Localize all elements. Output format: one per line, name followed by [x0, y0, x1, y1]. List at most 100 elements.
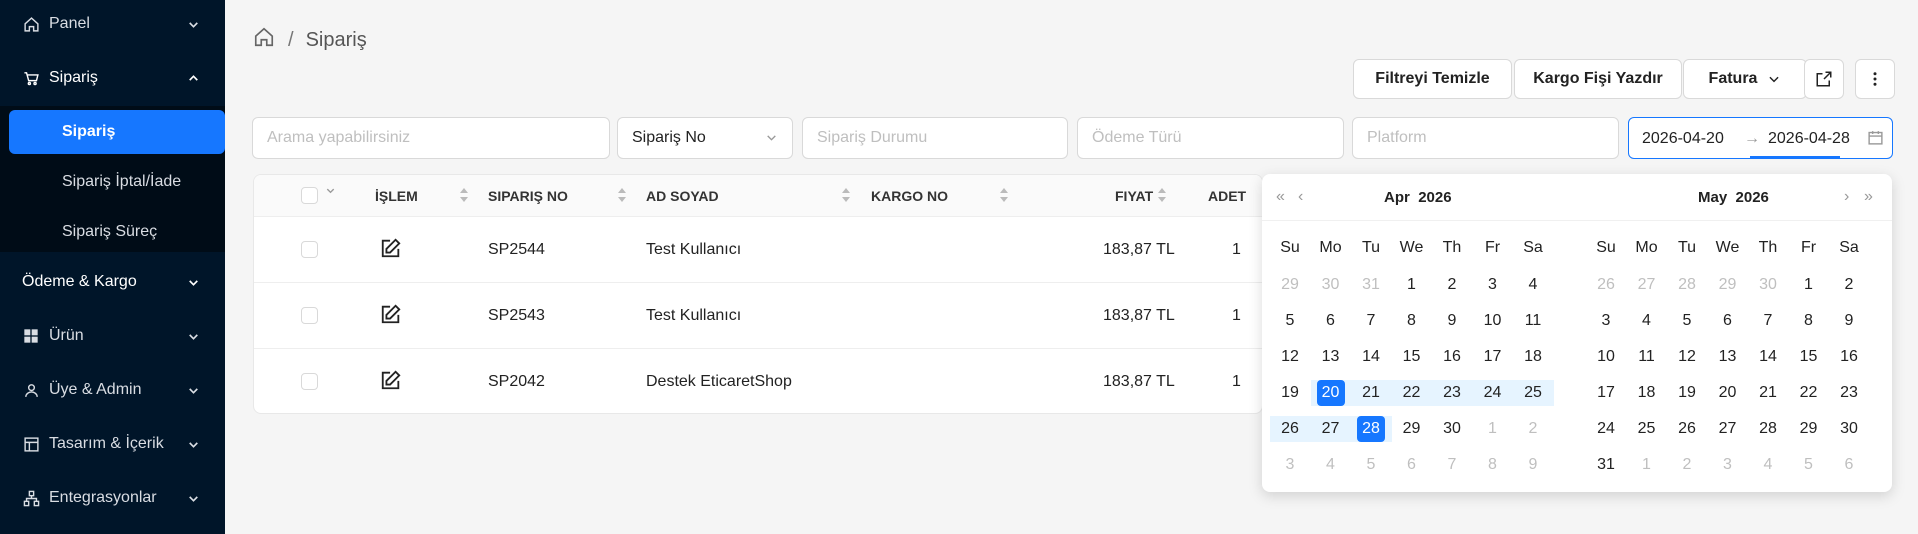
sidebar-item-uye-admin[interactable]: Üye & Admin [0, 368, 225, 412]
calendar-day[interactable]: 4 [1627, 303, 1667, 339]
calendar-day[interactable]: 1 [1627, 447, 1667, 483]
calendar-day[interactable]: 16 [1829, 339, 1869, 375]
calendar-day[interactable]: 10 [1586, 339, 1626, 375]
calendar-day[interactable]: 1 [1473, 411, 1513, 447]
sort-icon[interactable] [999, 186, 1009, 204]
calendar-day[interactable]: 26 [1586, 267, 1626, 303]
row-checkbox[interactable] [301, 241, 318, 258]
calendar-day[interactable]: 4 [1748, 447, 1788, 483]
calendar-day[interactable]: 26 [1270, 411, 1310, 447]
date-to-input[interactable]: 2026-04-28 [1768, 130, 1850, 148]
calendar-day[interactable]: 19 [1270, 375, 1310, 411]
calendar-day[interactable]: 3 [1473, 267, 1513, 303]
calendar-day[interactable]: 2 [1829, 267, 1869, 303]
calendar-day[interactable]: 10 [1473, 303, 1513, 339]
calendar-day[interactable]: 22 [1392, 375, 1432, 411]
next-month-icon[interactable]: › [1844, 188, 1849, 206]
sort-icon[interactable] [1157, 186, 1167, 204]
right-year[interactable]: 2026 [1736, 189, 1769, 206]
calendar-day[interactable]: 1 [1392, 267, 1432, 303]
payment-type-select[interactable]: Ödeme Türü [1077, 117, 1344, 159]
left-month[interactable]: Apr [1384, 189, 1410, 206]
calendar-day[interactable]: 12 [1667, 339, 1707, 375]
calendar-day[interactable]: 6 [1311, 303, 1351, 339]
calendar-day[interactable]: 14 [1748, 339, 1788, 375]
calendar-day[interactable]: 18 [1627, 375, 1667, 411]
calendar-day[interactable]: 27 [1708, 411, 1748, 447]
calendar-day[interactable]: 9 [1829, 303, 1869, 339]
calendar-day[interactable]: 5 [1351, 447, 1391, 483]
calendar-day[interactable]: 4 [1513, 267, 1553, 303]
calendar-day[interactable]: 26 [1667, 411, 1707, 447]
table-row[interactable]: SP2544 Test Kullanıcı 183,87 TL 1 [254, 217, 1262, 283]
calendar-day[interactable]: 5 [1667, 303, 1707, 339]
calendar-day[interactable]: 11 [1627, 339, 1667, 375]
calendar-day[interactable]: 7 [1748, 303, 1788, 339]
order-status-select[interactable]: Sipariş Durumu [802, 117, 1068, 159]
calendar-day[interactable]: 6 [1392, 447, 1432, 483]
calendar-day[interactable]: 6 [1708, 303, 1748, 339]
calendar-day[interactable]: 9 [1513, 447, 1553, 483]
sidebar-item-siparis[interactable]: Sipariş [0, 56, 225, 100]
range-end-day[interactable]: 28 [1351, 411, 1391, 447]
calendar-day[interactable]: 23 [1829, 375, 1869, 411]
calendar-day[interactable]: 21 [1748, 375, 1788, 411]
calendar-day[interactable]: 29 [1392, 411, 1432, 447]
sort-icon[interactable] [841, 186, 851, 204]
calendar-day[interactable]: 30 [1432, 411, 1472, 447]
calendar-day[interactable]: 2 [1667, 447, 1707, 483]
date-range-picker[interactable]: 2026-04-20 → 2026-04-28 [1628, 117, 1893, 159]
calendar-day[interactable]: 29 [1708, 267, 1748, 303]
invoice-dropdown-button[interactable]: Fatura [1683, 59, 1807, 99]
more-options-button[interactable] [1855, 59, 1895, 99]
calendar-day[interactable]: 27 [1311, 411, 1351, 447]
calendar-day[interactable]: 2 [1432, 267, 1472, 303]
calendar-day[interactable]: 15 [1789, 339, 1829, 375]
chevron-down-icon[interactable] [325, 185, 336, 196]
calendar-day[interactable]: 3 [1586, 303, 1626, 339]
calendar-day[interactable]: 12 [1270, 339, 1310, 375]
calendar-day[interactable]: 13 [1708, 339, 1748, 375]
range-start-day[interactable]: 20 [1311, 375, 1351, 411]
calendar-day[interactable]: 31 [1351, 267, 1391, 303]
sidebar-subitem-surec[interactable]: Sipariş Süreç [9, 210, 225, 254]
sidebar-subitem-siparis[interactable]: Sipariş [9, 110, 225, 154]
calendar-day[interactable]: 15 [1392, 339, 1432, 375]
calendar-day[interactable]: 24 [1473, 375, 1513, 411]
calendar-day[interactable]: 24 [1586, 411, 1626, 447]
calendar-day[interactable]: 25 [1513, 375, 1553, 411]
sort-icon[interactable] [617, 186, 627, 204]
calendar-day[interactable]: 27 [1627, 267, 1667, 303]
calendar-day[interactable]: 31 [1586, 447, 1626, 483]
calendar-day[interactable]: 17 [1473, 339, 1513, 375]
sidebar-item-urun[interactable]: Ürün [0, 314, 225, 358]
calendar-day[interactable]: 30 [1829, 411, 1869, 447]
calendar-day[interactable]: 21 [1351, 375, 1391, 411]
sidebar-item-odeme-kargo[interactable]: Ödeme & Kargo [0, 260, 225, 304]
prev-year-icon[interactable]: « [1276, 188, 1285, 206]
calendar-day[interactable]: 20 [1708, 375, 1748, 411]
calendar-day[interactable]: 1 [1789, 267, 1829, 303]
home-icon[interactable] [252, 26, 276, 54]
table-row[interactable]: SP2543 Test Kullanıcı 183,87 TL 1 [254, 283, 1262, 349]
search-input[interactable]: Arama yapabilirsiniz [252, 117, 610, 159]
calendar-day[interactable]: 18 [1513, 339, 1553, 375]
print-cargo-button[interactable]: Kargo Fişi Yazdır [1514, 59, 1682, 99]
export-button[interactable] [1804, 59, 1844, 99]
date-from-input[interactable]: 2026-04-20 [1642, 130, 1724, 148]
sidebar-item-panel[interactable]: Panel [0, 2, 225, 46]
calendar-day[interactable]: 3 [1708, 447, 1748, 483]
table-row[interactable]: SP2042 Destek EticaretShop 183,87 TL 1 [254, 349, 1262, 413]
calendar-day[interactable]: 5 [1789, 447, 1829, 483]
calendar-day[interactable]: 16 [1432, 339, 1472, 375]
left-year[interactable]: 2026 [1418, 189, 1451, 206]
edit-icon[interactable] [380, 303, 402, 325]
edit-icon[interactable] [380, 237, 402, 259]
calendar-day[interactable]: 2 [1513, 411, 1553, 447]
calendar-day[interactable]: 30 [1748, 267, 1788, 303]
sort-icon[interactable] [459, 186, 469, 204]
right-month[interactable]: May [1698, 189, 1727, 206]
calendar-day[interactable]: 29 [1270, 267, 1310, 303]
calendar-day[interactable]: 8 [1392, 303, 1432, 339]
calendar-day[interactable]: 13 [1311, 339, 1351, 375]
